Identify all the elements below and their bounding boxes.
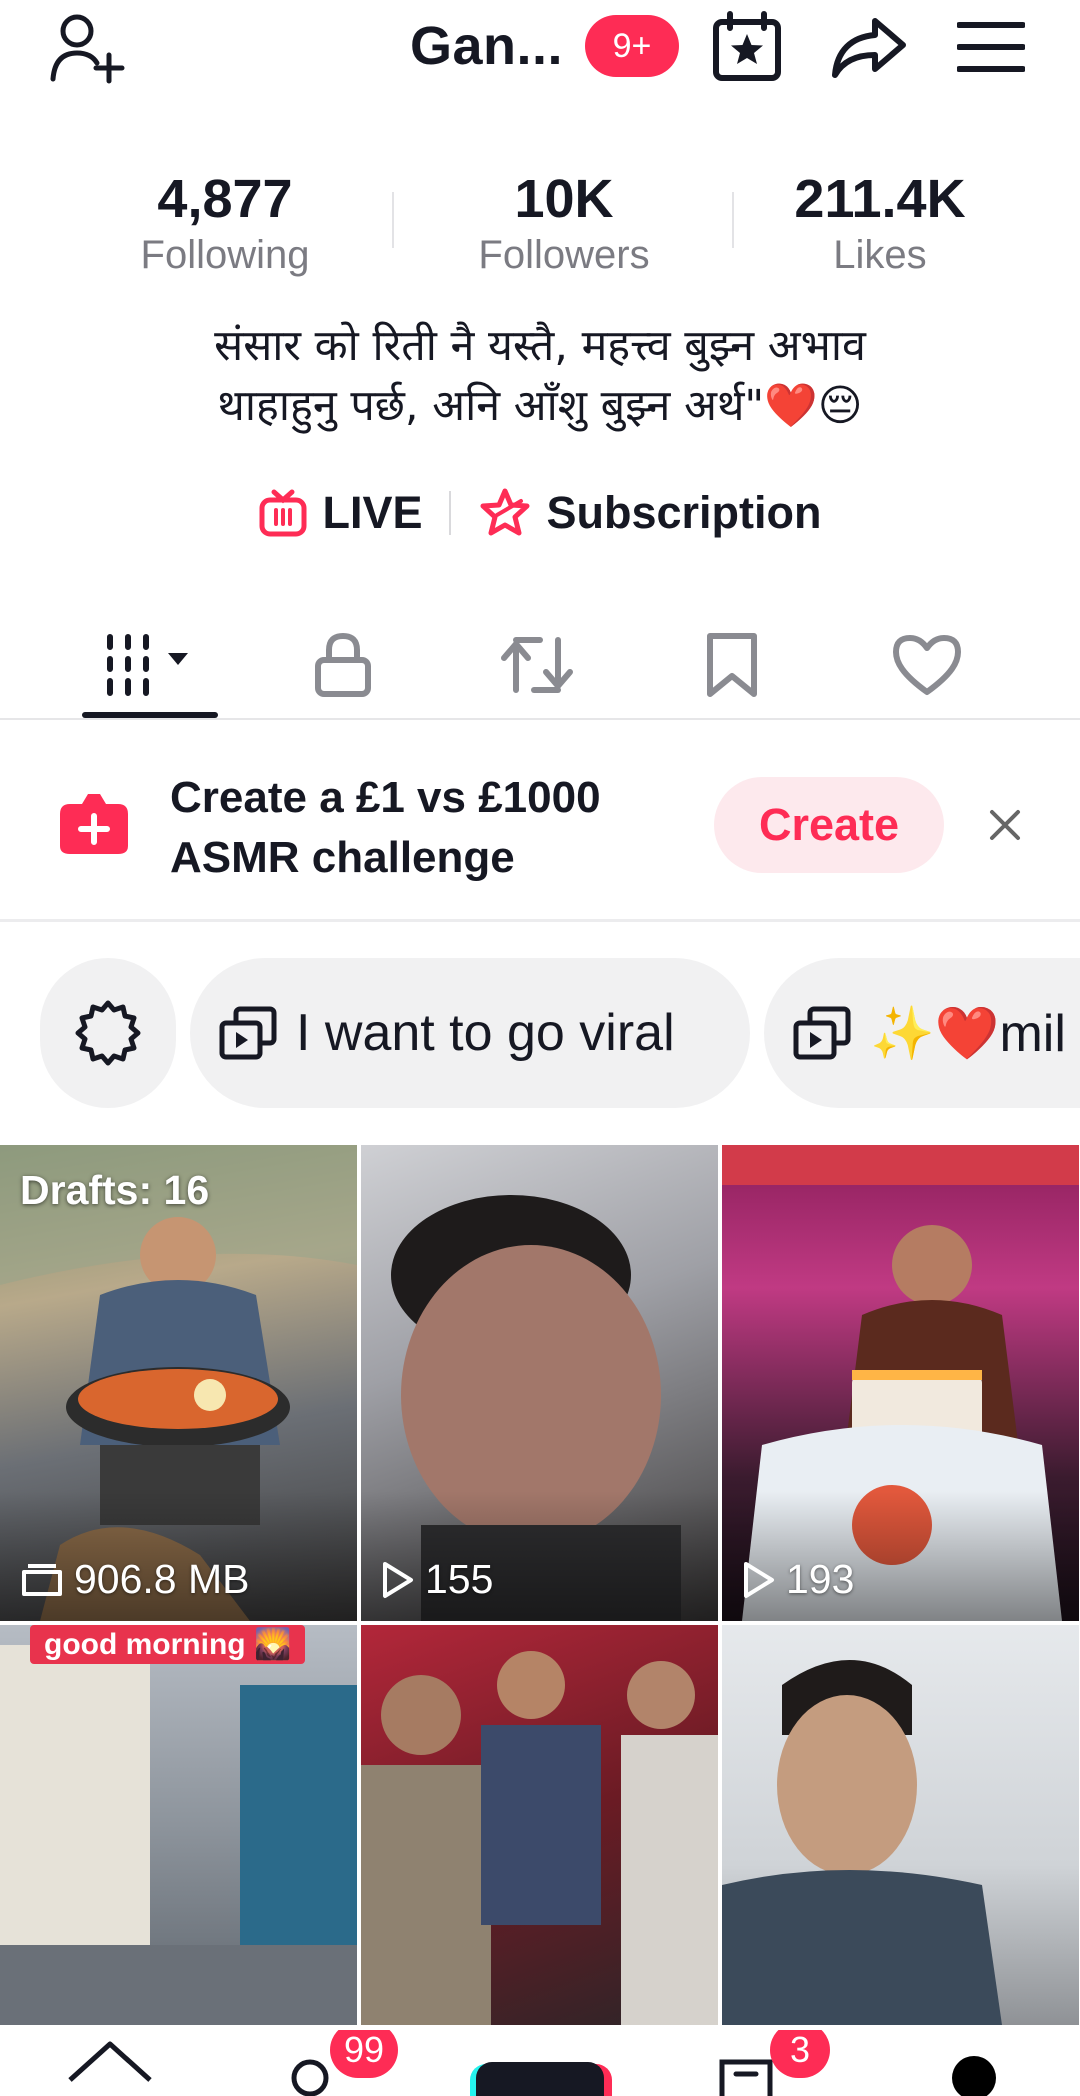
live-tv-icon xyxy=(259,489,307,537)
drafts-count: Drafts: 16 xyxy=(20,1167,210,1213)
create-challenge-button[interactable]: Create xyxy=(714,777,944,873)
gear-icon xyxy=(75,1000,141,1066)
stat-label: Likes xyxy=(833,233,927,277)
divider xyxy=(732,192,734,248)
video-tile[interactable]: good morning 🌄 xyxy=(0,1625,357,2025)
challenge-banner: Create a £1 vs £1000 ASMR challenge Crea… xyxy=(0,722,1080,922)
view-count-value: 155 xyxy=(425,1556,494,1602)
add-user-icon xyxy=(50,14,125,84)
top-bar: Gan... 9+ xyxy=(0,0,1080,95)
video-tile[interactable] xyxy=(361,1625,718,2025)
bottom-navigation: 99 3 xyxy=(0,2030,1080,2096)
stat-value: 10K xyxy=(514,169,614,229)
active-tab-indicator xyxy=(82,712,218,718)
create-plus-icon xyxy=(60,794,128,854)
content-tabs xyxy=(0,610,1080,720)
bookmark-icon xyxy=(707,633,757,697)
playlist-icon xyxy=(219,1006,277,1060)
stat-label: Followers xyxy=(478,233,650,277)
video-thumbnail xyxy=(361,1651,718,2025)
play-icon xyxy=(383,1561,413,1598)
drafts-size: 906.8 MB xyxy=(20,1556,250,1603)
profile-bio: संसार को रिती नै यस्तै, महत्त्व बुझ्न अभ… xyxy=(214,321,866,431)
view-count: 193 xyxy=(742,1556,854,1603)
playlist-chip[interactable]: I want to go viral xyxy=(190,958,750,1108)
hamburger-menu-icon xyxy=(957,22,1025,72)
share-arrow-icon xyxy=(832,18,906,78)
video-tile[interactable]: 193 xyxy=(722,1145,1079,1621)
playlist-icon xyxy=(793,1006,851,1060)
stat-following[interactable]: 4,877 Following xyxy=(95,168,355,280)
playlist-label: ✨❤️mil xyxy=(870,1004,1066,1063)
creator-calendar-button[interactable] xyxy=(702,8,792,86)
caption-tag: good morning 🌄 xyxy=(30,1625,306,1664)
inbox-icon xyxy=(719,2059,773,2096)
playlist-settings-button[interactable] xyxy=(40,958,176,1108)
menu-button[interactable] xyxy=(946,8,1036,86)
share-profile-button[interactable] xyxy=(824,8,914,86)
add-friend-button[interactable] xyxy=(42,8,132,86)
playlist-chip[interactable]: ✨❤️mil xyxy=(764,958,1080,1108)
stat-likes[interactable]: 211.4K Likes xyxy=(750,168,1010,280)
live-label: LIVE xyxy=(322,487,423,538)
view-count: 155 xyxy=(381,1556,493,1603)
close-icon xyxy=(990,810,1020,840)
play-icon xyxy=(744,1561,774,1598)
profile-stats: 4,877 Following 10K Followers 211.4K Lik… xyxy=(0,168,1080,283)
lock-icon xyxy=(315,632,371,697)
stat-followers[interactable]: 10K Followers xyxy=(434,168,694,280)
drafts-tile[interactable]: Drafts: 16 906.8 MB xyxy=(0,1145,357,1621)
tab-reposts[interactable] xyxy=(462,610,612,720)
nav-create[interactable] xyxy=(466,2036,614,2096)
video-grid: Drafts: 16 906.8 MB 155 193 good morning… xyxy=(0,1145,1080,2025)
stat-value: 4,877 xyxy=(157,169,293,229)
video-tile[interactable] xyxy=(722,1625,1079,2025)
heart-icon xyxy=(893,635,961,695)
nav-profile[interactable] xyxy=(944,2036,1054,2096)
live-link[interactable]: LIVE xyxy=(258,487,423,539)
notification-badge[interactable]: 9+ xyxy=(585,15,680,77)
challenge-text: Create a £1 vs £1000 ASMR challenge xyxy=(170,773,601,882)
video-tile[interactable]: 155 xyxy=(361,1145,718,1621)
folder-icon xyxy=(22,1563,62,1596)
video-thumbnail xyxy=(0,1645,357,2025)
tab-liked[interactable] xyxy=(852,610,1002,720)
profile-username[interactable]: Gan... xyxy=(410,15,563,77)
home-icon xyxy=(68,2041,152,2082)
nav-home[interactable] xyxy=(60,2036,170,2096)
view-count-value: 193 xyxy=(786,1556,855,1602)
friends-icon xyxy=(291,2059,329,2096)
subscription-link[interactable]: Subscription xyxy=(477,487,822,539)
playlist-chips: I want to go viral ✨❤️mil xyxy=(40,958,1080,1108)
tab-videos[interactable] xyxy=(75,610,225,720)
drafts-size-value: 906.8 MB xyxy=(74,1556,250,1602)
videos-grid-icon xyxy=(107,634,188,696)
tab-favorites[interactable] xyxy=(657,610,807,720)
repost-icon xyxy=(501,637,573,693)
profile-links: LIVE Subscription xyxy=(0,480,1080,546)
profile-icon xyxy=(952,2056,996,2096)
stat-value: 211.4K xyxy=(794,169,966,229)
stat-label: Following xyxy=(140,233,310,277)
divider xyxy=(448,491,451,535)
subscription-label: Subscription xyxy=(546,487,822,538)
playlist-label: I want to go viral xyxy=(296,1004,675,1062)
create-plus-icon xyxy=(470,2062,612,2096)
tab-private[interactable] xyxy=(268,610,418,720)
friends-badge: 99 xyxy=(330,2030,399,2078)
video-thumbnail xyxy=(722,1660,1002,2025)
divider xyxy=(392,192,394,248)
close-banner-button[interactable] xyxy=(975,800,1035,850)
subscription-star-icon xyxy=(480,488,529,536)
calendar-star-icon xyxy=(713,11,781,81)
